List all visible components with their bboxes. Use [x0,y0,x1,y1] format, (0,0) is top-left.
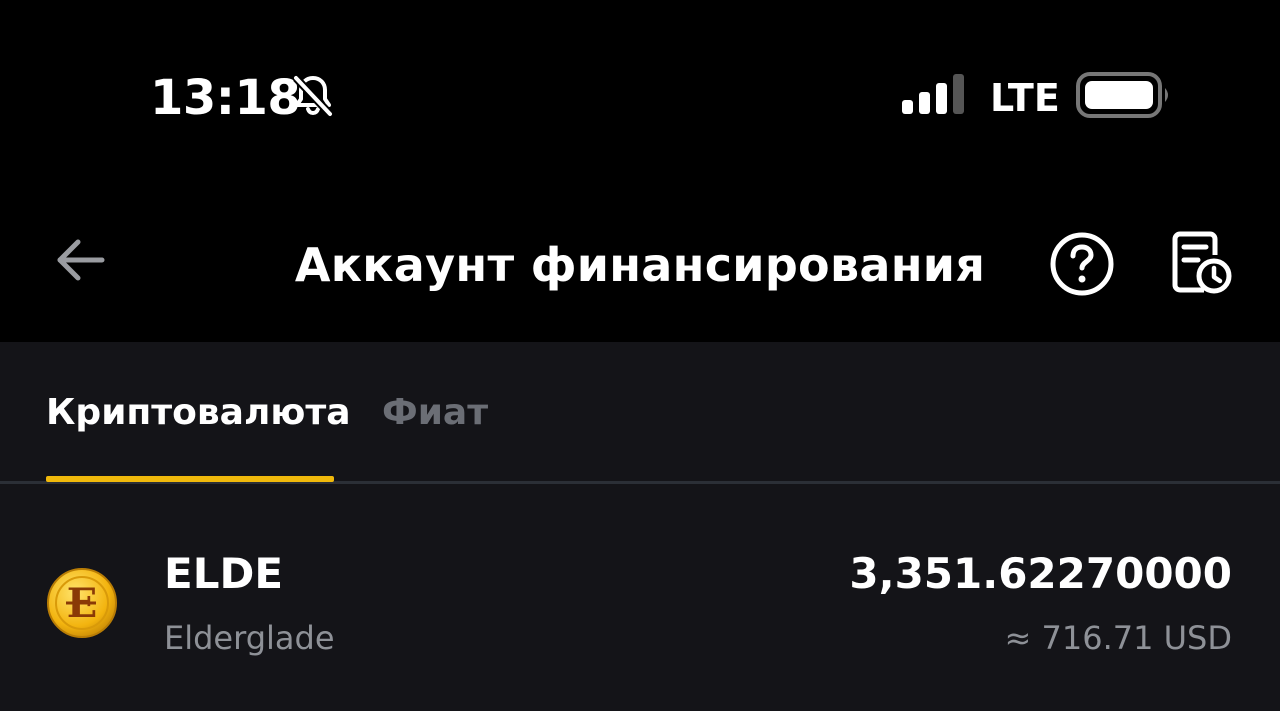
asset-name: Elderglade [164,619,335,657]
asset-type-tabs: Криптовалюта Фиат [0,342,1280,484]
asset-symbol: ELDE [164,549,284,598]
help-icon[interactable] [1048,230,1116,298]
top-app-bar: Аккаунт финансирования [0,190,1280,342]
tab-crypto[interactable]: Криптовалюта [46,392,351,433]
elderglade-coin-icon: E [47,568,117,638]
asset-amount: 3,351.62270000 [849,549,1232,598]
status-time: 13:18 [150,70,301,126]
history-icon[interactable] [1168,230,1234,296]
network-type: LTE [990,76,1060,120]
bell-slash-icon [293,75,333,117]
asset-row-elde[interactable]: E ELDE Elderglade 3,351.62270000 ≈ 716.7… [0,537,1280,677]
asset-fiat-value: ≈ 716.71 USD [1004,619,1233,657]
status-bar: 13:18 LTE [0,0,1280,190]
battery-icon [1076,72,1168,118]
signal-bars-icon [902,74,964,114]
funding-account-content: Криптовалюта Фиат E ELDE Elderglade 3,35… [0,342,1280,711]
tab-fiat[interactable]: Фиат [382,392,488,433]
active-tab-indicator [46,476,334,482]
page-title-text: Аккаунт финансирования [294,238,986,292]
